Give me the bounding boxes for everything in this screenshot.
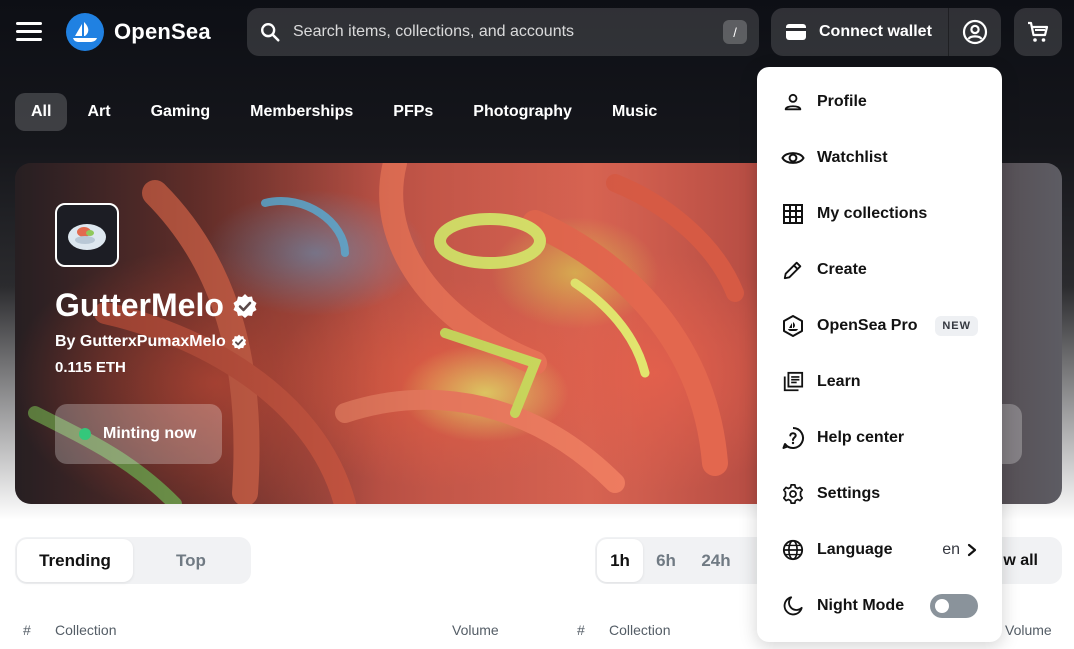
top-navbar: OpenSea / Connect wallet (0, 0, 1074, 64)
search-bar[interactable]: / (247, 8, 759, 56)
creator-name: By GutterxPumaxMelo (55, 333, 226, 350)
menu-label-my-collections: My collections (817, 205, 928, 222)
menu-label-settings: Settings (817, 485, 881, 502)
language-code: en (942, 541, 960, 558)
tab-memberships[interactable]: Memberships (230, 93, 373, 131)
verified-badge-icon (233, 293, 257, 318)
profile-menu-button[interactable] (949, 8, 1001, 56)
column-collection-2: Collection (609, 622, 671, 638)
connect-wallet-button[interactable]: Connect wallet (771, 8, 948, 56)
collection-avatar (55, 203, 119, 267)
search-input[interactable] (293, 23, 723, 41)
ranking-type-toggle: Trending Top (15, 537, 251, 584)
menu-item-opensea-pro[interactable]: OpenSea Pro NEW (757, 298, 1002, 354)
tab-art[interactable]: Art (67, 93, 130, 131)
connect-wallet-group: Connect wallet (771, 8, 1001, 56)
chevron-right-icon (967, 543, 977, 557)
toggle-knob (935, 599, 949, 613)
search-icon (261, 23, 280, 42)
minting-status-label: Minting now (103, 425, 197, 442)
menu-label-learn: Learn (817, 373, 861, 390)
night-mode-toggle[interactable] (930, 594, 978, 618)
time-1h[interactable]: 1h (597, 539, 643, 582)
person-icon (781, 90, 805, 114)
live-status-dot (79, 428, 91, 440)
menu-hamburger-icon[interactable] (16, 22, 42, 42)
tab-pfps[interactable]: PFPs (373, 93, 453, 131)
help-circle-icon (781, 426, 805, 450)
time-range-toggle: 1h 6h 24h 7 (595, 537, 770, 584)
menu-item-learn[interactable]: Learn (757, 354, 1002, 410)
menu-label-help-center: Help center (817, 429, 905, 446)
moon-icon (781, 594, 805, 618)
collection-name: GutterMelo (55, 287, 224, 323)
menu-item-settings[interactable]: Settings (757, 466, 1002, 522)
menu-item-create[interactable]: Create (757, 242, 1002, 298)
cart-icon (1028, 21, 1049, 42)
opensea-pro-icon (781, 314, 805, 338)
menu-item-night-mode[interactable]: Night Mode (757, 578, 1002, 634)
wallet-icon (786, 24, 806, 40)
collection-creator[interactable]: By GutterxPumaxMelo (55, 333, 247, 351)
cart-button[interactable] (1014, 8, 1062, 56)
tab-all[interactable]: All (15, 93, 68, 131)
menu-item-my-collections[interactable]: My collections (757, 186, 1002, 242)
menu-item-watchlist[interactable]: Watchlist (757, 130, 1002, 186)
profile-dropdown-menu: Profile Watchlist My collections Create … (757, 67, 1002, 642)
menu-label-night-mode: Night Mode (817, 597, 905, 614)
category-tabs: All Art Gaming Memberships PFPs Photogra… (15, 93, 677, 131)
column-volume: Volume (452, 622, 499, 638)
tab-top[interactable]: Top (133, 539, 249, 582)
minting-now-button[interactable]: Minting now (55, 404, 222, 464)
language-value: en (942, 541, 978, 559)
menu-label-profile: Profile (817, 93, 867, 110)
menu-label-create: Create (817, 261, 867, 278)
time-24h[interactable]: 24h (689, 539, 743, 582)
tab-gaming[interactable]: Gaming (131, 93, 231, 131)
tab-music[interactable]: Music (592, 93, 677, 131)
column-volume-2: Volume (1005, 622, 1052, 638)
column-rank: # (23, 622, 31, 638)
library-book-icon (781, 370, 805, 394)
account-circle-icon (962, 19, 988, 45)
brand-name: OpenSea (114, 19, 211, 44)
pencil-icon (781, 258, 805, 282)
menu-label-opensea-pro: OpenSea Pro (817, 317, 918, 334)
column-collection: Collection (55, 622, 117, 638)
menu-label-watchlist: Watchlist (817, 149, 888, 166)
menu-item-help-center[interactable]: Help center (757, 410, 1002, 466)
new-badge: NEW (935, 316, 978, 336)
time-6h[interactable]: 6h (643, 539, 689, 582)
connect-wallet-label: Connect wallet (819, 23, 932, 40)
grid-icon (781, 202, 805, 226)
menu-item-profile[interactable]: Profile (757, 74, 1002, 130)
column-rank-2: # (577, 622, 585, 638)
menu-item-language[interactable]: Language en (757, 522, 1002, 578)
globe-icon (781, 538, 805, 562)
mint-price: 0.115 ETH (55, 359, 126, 376)
gear-icon (781, 482, 805, 506)
tab-photography[interactable]: Photography (453, 93, 592, 131)
tab-trending[interactable]: Trending (17, 539, 133, 582)
opensea-logo[interactable]: OpenSea (66, 13, 211, 51)
menu-label-language: Language (817, 541, 893, 558)
search-shortcut-key: / (723, 20, 747, 44)
collection-title: GutterMelo (55, 287, 258, 324)
opensea-logo-icon (66, 13, 104, 51)
eye-icon (781, 146, 805, 170)
creator-verified-icon (231, 334, 246, 350)
